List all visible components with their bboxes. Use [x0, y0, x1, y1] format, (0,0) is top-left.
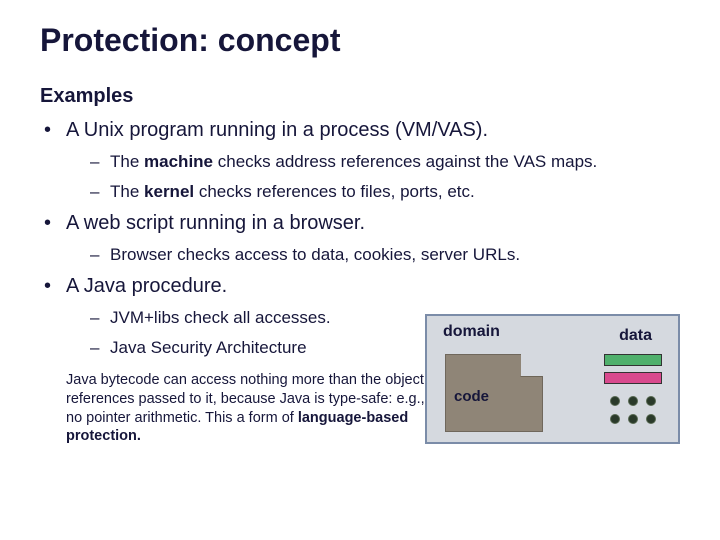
slide-title: Protection: concept [40, 22, 680, 59]
slide: Protection: concept Examples A Unix prog… [0, 0, 720, 540]
bullet-unix: A Unix program running in a process (VM/… [40, 118, 680, 203]
bullet-webscript-text: A web script running in a browser. [66, 212, 365, 234]
code-label: code [454, 388, 489, 407]
sub-kernel: The kernel checks references to files, p… [66, 181, 680, 203]
domain-label: domain [443, 322, 500, 342]
data-label: data [619, 326, 652, 346]
data-bar-green-icon [604, 354, 662, 366]
sub-browser: Browser checks access to data, cookies, … [66, 244, 680, 266]
sub-machine: The machine checks address references ag… [66, 151, 680, 173]
bytecode-note: Java bytecode can access nothing more th… [66, 371, 436, 445]
domain-diagram: domain data code [425, 314, 680, 444]
bullet-webscript-sublist: Browser checks access to data, cookies, … [66, 244, 680, 266]
bullet-unix-text: A Unix program running in a process (VM/… [66, 119, 488, 141]
bullet-unix-sublist: The machine checks address references ag… [66, 151, 680, 203]
data-bar-pink-icon [604, 372, 662, 384]
bullet-java-text: A Java procedure. [66, 275, 227, 297]
data-dots-icon [604, 392, 660, 432]
bullet-java: A Java procedure. JVM+libs check all acc… [40, 274, 680, 445]
bullet-list: A Unix program running in a process (VM/… [40, 118, 680, 446]
examples-heading: Examples [40, 85, 680, 108]
bullet-webscript: A web script running in a browser. Brows… [40, 211, 680, 266]
